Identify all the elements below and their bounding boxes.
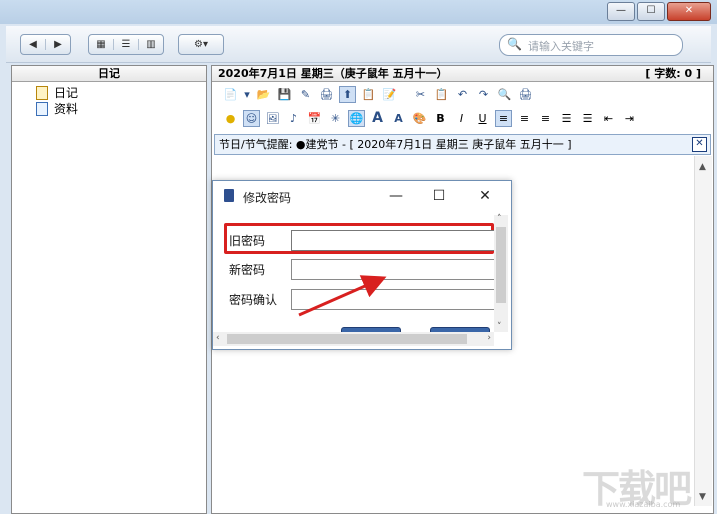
cut-icon[interactable]: ✂ xyxy=(412,86,429,103)
grid-view-button[interactable]: ▦ xyxy=(89,39,113,50)
settings-button[interactable]: ⚙▾ xyxy=(181,39,221,50)
bold-icon[interactable]: B xyxy=(432,110,449,127)
italic-icon[interactable]: I xyxy=(453,110,470,127)
close-icon[interactable]: ✕ xyxy=(692,137,707,152)
music-icon[interactable]: ♪ xyxy=(285,110,302,127)
dialog-horizontal-scrollbar[interactable]: ‹ › xyxy=(213,332,494,346)
scroll-left-icon[interactable]: ‹ xyxy=(216,333,220,343)
align-right-icon[interactable]: ≡ xyxy=(537,110,554,127)
weather-icon[interactable]: ● xyxy=(222,110,239,127)
change-password-dialog: 修改密码 — ☐ ✕ 旧密码 新密码 密码确认 ˄ ˅ ‹ › xyxy=(212,180,512,350)
search-icon: 🔍 xyxy=(507,37,522,51)
scroll-up-icon[interactable]: ˄ xyxy=(497,214,502,224)
format-toolbar-row1: 📄 ▾ 📂 💾 ✎ 🖨 ⬆ 📋 📝 ✂ 📋 ↶ ↷ 🔍 🖨 xyxy=(222,84,538,104)
scroll-down-icon[interactable]: ˅ xyxy=(497,322,502,332)
date-label: 2020年7月1日 星期三（庚子鼠年 五月十一） xyxy=(218,67,448,80)
align-center-icon[interactable]: ≡ xyxy=(516,110,533,127)
paste-icon[interactable]: 📋 xyxy=(433,86,450,103)
font-size-icon[interactable]: A xyxy=(390,110,407,127)
open-icon[interactable]: 📂 xyxy=(255,86,272,103)
redo-icon[interactable]: ↷ xyxy=(475,86,492,103)
minimize-button[interactable]: — xyxy=(607,2,635,21)
image-icon[interactable]: 🖼 xyxy=(264,110,281,127)
watermark-url: www.xiazaiba.com xyxy=(606,500,681,509)
forward-button[interactable]: ▶ xyxy=(45,39,70,50)
dialog-vertical-scrollbar[interactable]: ˄ ˅ xyxy=(494,214,508,332)
template-icon[interactable]: 📋 xyxy=(360,86,377,103)
outdent-icon[interactable]: ⇤ xyxy=(600,110,617,127)
upload-icon[interactable]: ⬆ xyxy=(339,85,356,103)
indent-icon[interactable]: ⇥ xyxy=(621,110,638,127)
annotation-arrow xyxy=(298,275,387,317)
editor-scrollbar[interactable]: ▲ ▼ xyxy=(694,156,712,506)
scroll-thumb[interactable] xyxy=(496,227,506,303)
column-view-button[interactable]: ▥ xyxy=(138,39,163,50)
window-controls: — ☐ ✕ xyxy=(605,2,711,21)
calendar-icon[interactable]: 📅 xyxy=(306,110,323,127)
underline-icon[interactable]: U xyxy=(474,110,491,127)
bullet-list-icon[interactable]: ☰ xyxy=(579,110,596,127)
dropdown-icon[interactable]: ▾ xyxy=(243,86,251,103)
print-icon[interactable]: 🖨 xyxy=(517,86,534,103)
tree-item-label: 资料 xyxy=(54,102,79,116)
maximize-button[interactable]: ☐ xyxy=(637,2,665,21)
list-view-button[interactable]: ☰ xyxy=(113,39,138,50)
tree-item-documents[interactable]: 资料 xyxy=(36,100,78,117)
nav-group: ◀ ▶ xyxy=(20,34,71,55)
align-left-icon[interactable]: ≡ xyxy=(495,109,512,127)
scroll-thumb[interactable] xyxy=(227,334,467,344)
back-button[interactable]: ◀ xyxy=(21,39,45,50)
scroll-down-icon[interactable]: ▼ xyxy=(699,492,706,502)
symbol-icon[interactable]: ✳ xyxy=(327,110,344,127)
print-setup-icon[interactable]: 🖨 xyxy=(318,86,335,103)
view-group: ▦ ☰ ▥ xyxy=(88,34,164,55)
separator xyxy=(402,86,408,103)
main-toolbar: ◀ ▶ ▦ ☰ ▥ ⚙▾ 🔍 请输入关键字 xyxy=(6,26,711,63)
diary-icon xyxy=(36,85,48,100)
editor-header: 2020年7月1日 星期三（庚子鼠年 五月十一） [ 字数: 0 ] xyxy=(212,66,713,82)
font-icon[interactable]: A xyxy=(369,110,386,127)
holiday-text: 节日/节气提醒: ●建党节 - [ 2020年7月1日 星期三 庚子鼠年 五月十… xyxy=(219,138,572,151)
scroll-right-icon[interactable]: › xyxy=(487,333,491,343)
scroll-up-icon[interactable]: ▲ xyxy=(699,162,706,172)
sidebar: 日记 日记 资料 xyxy=(11,65,207,514)
emoticon-icon[interactable]: ☺ xyxy=(243,109,260,127)
color-palette-icon[interactable]: 🎨 xyxy=(411,110,428,127)
window-titlebar: — ☐ ✕ xyxy=(0,0,717,24)
new-doc-icon[interactable]: 📄 xyxy=(222,86,239,103)
settings-group: ⚙▾ xyxy=(178,34,224,55)
undo-icon[interactable]: ↶ xyxy=(454,86,471,103)
numbered-list-icon[interactable]: ☰ xyxy=(558,110,575,127)
search-box[interactable]: 🔍 请输入关键字 xyxy=(499,34,683,56)
note-icon[interactable]: 📝 xyxy=(381,86,398,103)
word-count: [ 字数: 0 ] xyxy=(645,67,701,80)
link-icon[interactable]: 🌐 xyxy=(348,109,365,127)
close-button[interactable]: ✕ xyxy=(667,2,711,21)
search-placeholder: 请输入关键字 xyxy=(528,40,594,53)
sidebar-title: 日记 xyxy=(12,66,206,82)
tree-item-label: 日记 xyxy=(54,86,79,100)
save-icon[interactable]: 💾 xyxy=(276,86,293,103)
holiday-reminder-bar: 节日/节气提醒: ●建党节 - [ 2020年7月1日 星期三 庚子鼠年 五月十… xyxy=(214,134,711,155)
tree-item-diary[interactable]: 日记 xyxy=(36,84,78,101)
edit-icon[interactable]: ✎ xyxy=(297,86,314,103)
format-toolbar-row2: ● ☺ 🖼 ♪ 📅 ✳ 🌐 A A 🎨 B I U ≡ ≡ ≡ ☰ ☰ ⇤ ⇥ xyxy=(222,108,642,128)
find-icon[interactable]: 🔍 xyxy=(496,86,513,103)
document-icon xyxy=(36,101,48,116)
